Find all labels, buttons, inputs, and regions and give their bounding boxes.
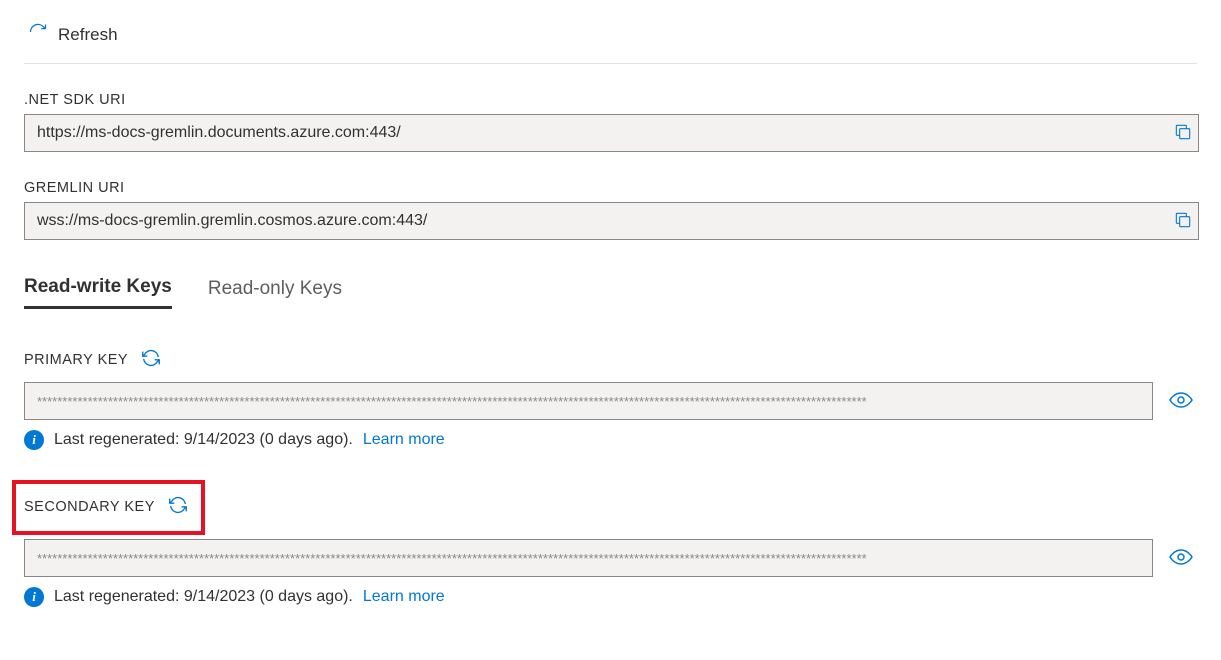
- show-primary-key-button[interactable]: [1165, 384, 1197, 419]
- copy-net-sdk-button[interactable]: [1169, 118, 1197, 149]
- regenerate-secondary-button[interactable]: [165, 492, 191, 521]
- primary-key-row: [24, 382, 1197, 420]
- info-icon: i: [24, 430, 44, 450]
- eye-icon: [1169, 400, 1193, 415]
- copy-icon: [1173, 130, 1193, 145]
- tab-read-only-keys[interactable]: Read-only Keys: [208, 276, 342, 309]
- net-sdk-uri-group: .NET SDK URI: [24, 92, 1197, 152]
- primary-key-label: PRIMARY KEY: [24, 352, 128, 368]
- secondary-key-info-text: Last regenerated: 9/14/2023 (0 days ago)…: [54, 588, 353, 606]
- primary-key-info-text: Last regenerated: 9/14/2023 (0 days ago)…: [54, 431, 353, 449]
- gremlin-uri-row: [24, 202, 1197, 240]
- learn-more-link[interactable]: Learn more: [363, 431, 445, 449]
- annotation-highlight: SECONDARY KEY: [12, 480, 205, 535]
- learn-more-link[interactable]: Learn more: [363, 588, 445, 606]
- primary-key-input[interactable]: [24, 382, 1153, 420]
- regenerate-primary-button[interactable]: [138, 345, 164, 374]
- secondary-key-section: SECONDARY KEY i Last regenerated: 9/14/2…: [24, 480, 1197, 607]
- net-sdk-uri-input[interactable]: [24, 114, 1199, 152]
- secondary-key-label: SECONDARY KEY: [24, 499, 155, 515]
- refresh-button[interactable]: Refresh: [24, 20, 122, 49]
- regenerate-icon: [140, 347, 162, 372]
- gremlin-uri-group: GREMLIN URI: [24, 180, 1197, 240]
- gremlin-uri-input[interactable]: [24, 202, 1199, 240]
- eye-icon: [1169, 557, 1193, 572]
- refresh-icon: [28, 22, 48, 47]
- regenerate-icon: [167, 494, 189, 519]
- keys-tabs: Read-write Keys Read-only Keys: [24, 276, 1197, 309]
- copy-gremlin-button[interactable]: [1169, 206, 1197, 237]
- refresh-label: Refresh: [58, 25, 118, 45]
- tab-read-write-keys[interactable]: Read-write Keys: [24, 276, 172, 309]
- gremlin-uri-label: GREMLIN URI: [24, 180, 1197, 196]
- net-sdk-uri-row: [24, 114, 1197, 152]
- secondary-key-label-row: SECONDARY KEY: [24, 492, 191, 521]
- toolbar: Refresh: [24, 20, 1197, 64]
- net-sdk-uri-label: .NET SDK URI: [24, 92, 1197, 108]
- copy-icon: [1173, 218, 1193, 233]
- show-secondary-key-button[interactable]: [1165, 541, 1197, 576]
- primary-key-info-row: i Last regenerated: 9/14/2023 (0 days ag…: [24, 430, 1197, 450]
- info-icon: i: [24, 587, 44, 607]
- primary-key-label-row: PRIMARY KEY: [24, 345, 1197, 374]
- secondary-key-row: [24, 539, 1197, 577]
- secondary-key-input[interactable]: [24, 539, 1153, 577]
- primary-key-section: PRIMARY KEY i Last regenerated: 9/14/202…: [24, 345, 1197, 450]
- secondary-key-info-row: i Last regenerated: 9/14/2023 (0 days ag…: [24, 587, 1197, 607]
